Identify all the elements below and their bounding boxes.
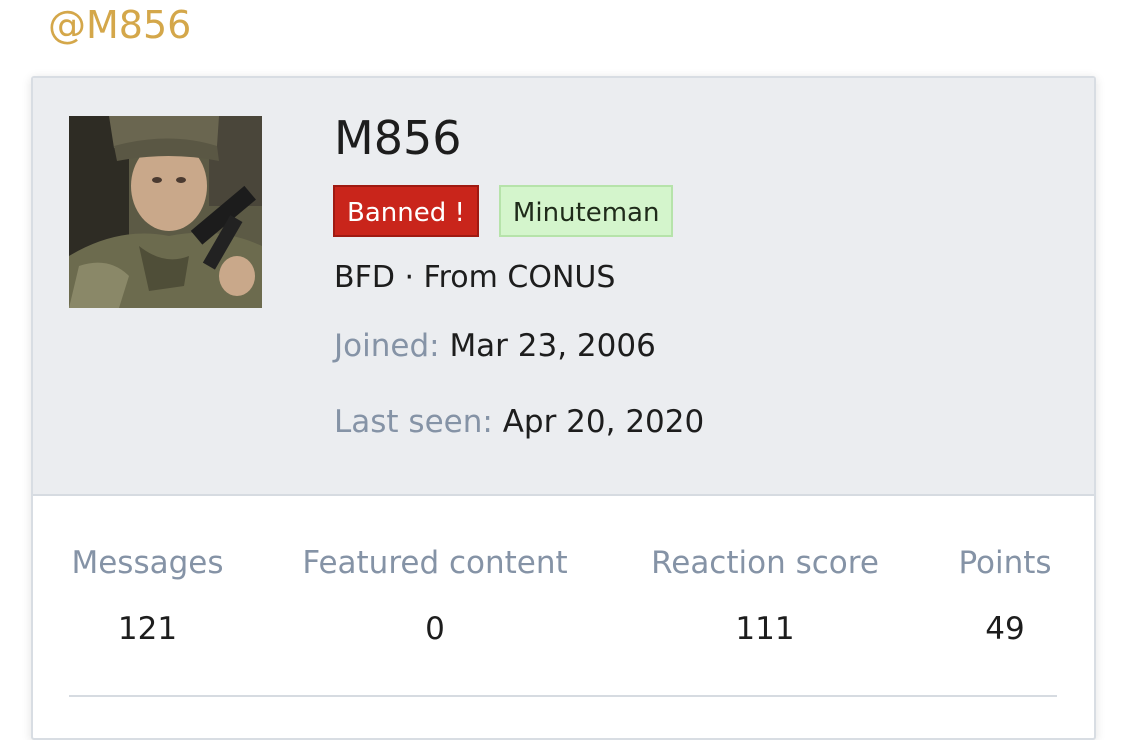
stats-divider [69, 695, 1057, 697]
last-seen-label: Last seen: [334, 404, 493, 440]
stat-points[interactable]: Points 49 [953, 540, 1057, 652]
user-handle-link[interactable]: @M856 [48, 2, 191, 48]
last-seen-value: Apr 20, 2020 [502, 404, 705, 440]
stat-value: 49 [985, 611, 1025, 647]
stat-reaction-score[interactable]: Reaction score 111 [645, 540, 885, 652]
stat-label: Messages [71, 545, 224, 581]
stat-value: 0 [425, 611, 445, 647]
stat-featured-content[interactable]: Featured content 0 [295, 540, 575, 652]
last-seen-row: Last seen: Apr 20, 2020 [334, 400, 704, 444]
stat-label: Points [958, 545, 1052, 581]
stat-value: 111 [735, 611, 795, 647]
avatar-image [69, 116, 262, 308]
user-badges: Banned ! Minuteman [333, 185, 674, 237]
profile-card-header: M856 Banned ! Minuteman BFD · From CONUS… [33, 78, 1094, 496]
profile-stats: Messages 121 Featured content 0 Reaction… [33, 540, 1094, 650]
joined-row: Joined: Mar 23, 2006 [334, 324, 656, 368]
stat-label: Featured content [302, 545, 568, 581]
banned-badge: Banned ! [333, 185, 479, 237]
avatar[interactable] [69, 116, 262, 308]
joined-value: Mar 23, 2006 [449, 328, 656, 364]
joined-label: Joined: [334, 328, 440, 364]
profile-card: M856 Banned ! Minuteman BFD · From CONUS… [31, 76, 1096, 740]
stat-value: 121 [117, 611, 178, 647]
stat-messages[interactable]: Messages 121 [70, 540, 225, 652]
user-blurb: BFD · From CONUS [334, 260, 616, 295]
group-badge: Minuteman [498, 185, 674, 237]
profile-username: M856 [334, 111, 462, 165]
stat-label: Reaction score [651, 545, 879, 581]
